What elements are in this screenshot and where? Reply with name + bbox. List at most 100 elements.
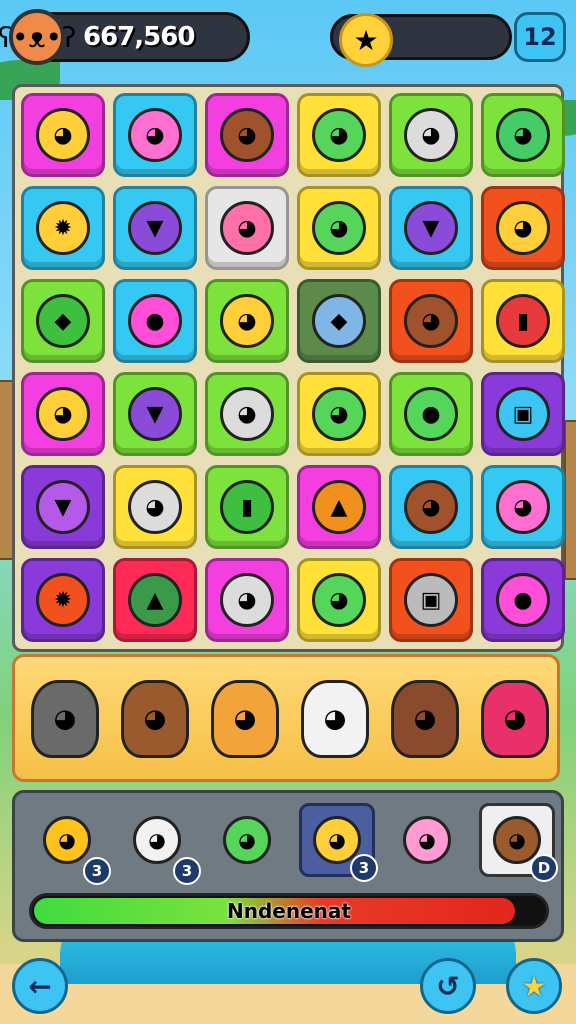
cone-icon: ▼ [128,201,182,255]
board-tile[interactable]: ✹ [21,558,105,642]
board-tile[interactable]: ◕ [389,93,473,177]
shelf-slot[interactable]: ◕ [21,663,109,775]
undo-button[interactable]: ↺ [420,958,476,1014]
gnome-icon: ◕ [481,680,549,758]
shelf-slot[interactable]: ◕ [111,663,199,775]
tray-slot[interactable]: ◕ D [479,803,558,882]
board-tile[interactable]: ◕ [297,372,381,456]
bottle-icon: ▮ [220,480,274,534]
board-tile[interactable]: ◕ [113,465,197,549]
board-tile[interactable]: ▮ [205,465,289,549]
board-tile[interactable]: ◕ [481,93,565,177]
level-progress-bar: Nndenenat [29,893,549,929]
bear-icon: ◕ [220,108,274,162]
count-badge: 3 [83,857,111,885]
board-tile[interactable]: ◕ [21,372,105,456]
board-tile[interactable]: ◕ [113,93,197,177]
tray-slot[interactable]: ◕ [389,803,465,877]
tray-slot[interactable]: ◕ 3 [29,803,111,885]
board-tile[interactable]: ◆ [297,279,381,363]
board-tile[interactable]: ◕ [205,186,289,270]
fish-icon: ◕ [496,480,550,534]
star-progress-panel: ★ [330,13,512,67]
sun-icon: ✹ [36,201,90,255]
board-tile[interactable]: ◕ [297,93,381,177]
bird-icon: ◕ [404,480,458,534]
board-tile[interactable]: ◕ [481,186,565,270]
cat-icon: ◕ [220,294,274,348]
frog-icon: ◕ [312,108,366,162]
board-tile[interactable]: ▼ [113,186,197,270]
tray-slot[interactable]: ◕ 3 [299,803,378,882]
sun-icon: ✹ [36,573,90,627]
tray-slot[interactable]: ◕ [209,803,285,877]
board-tile[interactable]: ● [389,372,473,456]
count-badge: 3 [173,857,201,885]
bug-icon: ◕ [312,201,366,255]
board-tile[interactable]: ▣ [389,558,473,642]
board-tile[interactable]: ▼ [21,465,105,549]
board-tile[interactable]: ◕ [205,279,289,363]
board-tile[interactable]: ◕ [389,279,473,363]
board-tile[interactable]: ◕ [205,558,289,642]
pig-icon: ◕ [403,816,451,864]
bear-face-icon[interactable]: ʕ•ᴥ•ʔ [0,9,76,65]
goat-icon: ◕ [301,680,369,758]
board-tile[interactable]: ▮ [481,279,565,363]
box-icon: ▣ [496,387,550,441]
favorite-star-button[interactable]: ★ [506,958,562,1014]
board-tile[interactable]: ◕ [205,372,289,456]
balloon-icon: ◕ [223,816,271,864]
crayon-icon: ▮ [496,294,550,348]
score-value: 667,560 [83,22,195,52]
creature-shelf: ◕ ◕ ◕ ◕ ◕ ◕ [12,654,560,782]
board-tile[interactable]: ◕ [297,186,381,270]
level-button[interactable]: 12 [514,12,566,62]
back-button[interactable]: ← [12,958,68,1014]
ghost-icon: ◕ [128,480,182,534]
board-tile[interactable]: ◕ [21,93,105,177]
top-icon: ◆ [36,294,90,348]
bear-icon: ◕ [404,294,458,348]
fluffy-icon: ◕ [220,201,274,255]
board-tile[interactable]: ◆ [21,279,105,363]
board-tile[interactable]: ● [481,558,565,642]
board-tile[interactable]: ▲ [297,465,381,549]
bear-icon: ◕ [391,680,459,758]
shelf-slot[interactable]: ◕ [201,663,289,775]
torch-icon: ▼ [36,480,90,534]
lion-icon: ◕ [211,680,279,758]
bear-icon: ◕ [121,680,189,758]
shelf-slot[interactable]: ◕ [291,663,379,775]
lollipop-icon: ● [496,573,550,627]
star-creature-icon: ★ [339,13,393,67]
item-tray: Nndenenat ◕ 3 ◕ 3 ◕ ◕ 3 ◕ ◕ D [12,790,564,942]
cone-icon: ▼ [128,387,182,441]
ghost-icon: ◕ [404,108,458,162]
balloon-icon: ● [404,387,458,441]
board-tile[interactable]: ◕ [389,465,473,549]
board-tile[interactable]: ✹ [21,186,105,270]
shelf-slot[interactable]: ◕ [381,663,469,775]
board-tile[interactable]: ▲ [113,558,197,642]
cone-icon: ▼ [404,201,458,255]
score-panel: ʕ•ᴥ•ʔ 667,560 [0,9,250,65]
turtle-icon: ◕ [496,108,550,162]
board-tile[interactable]: ▼ [113,372,197,456]
board-tile[interactable]: ● [113,279,197,363]
board-tile[interactable]: ◕ [297,558,381,642]
cat-icon: ◕ [36,108,90,162]
count-badge: D [530,854,558,882]
game-board: ◕ ◕ ◕ ◕ ◕ ◕ ✹ ▼ ◕ ◕ ▼ ◕ ◆ ● ◕ ◆ ◕ ▮ ◕ ▼ ◕ ◕ ● ▣ ▼ ◕ ▮ ▲ ◕ ◕ ✹ ▲ ◕ ◕ ▣ ● [12,84,565,652]
board-tile[interactable]: ◕ [481,465,565,549]
hut-decoration [564,420,576,580]
board-tile[interactable]: ▼ [389,186,473,270]
lollipop-icon: ● [128,294,182,348]
tray-slot[interactable]: ◕ 3 [119,803,201,885]
lion-icon: ◕ [496,201,550,255]
fluffy-icon: ◕ [133,816,181,864]
board-tile[interactable]: ◕ [205,93,289,177]
board-tile[interactable]: ▣ [481,372,565,456]
shelf-slot[interactable]: ◕ [471,663,559,775]
cat-icon: ◕ [36,387,90,441]
